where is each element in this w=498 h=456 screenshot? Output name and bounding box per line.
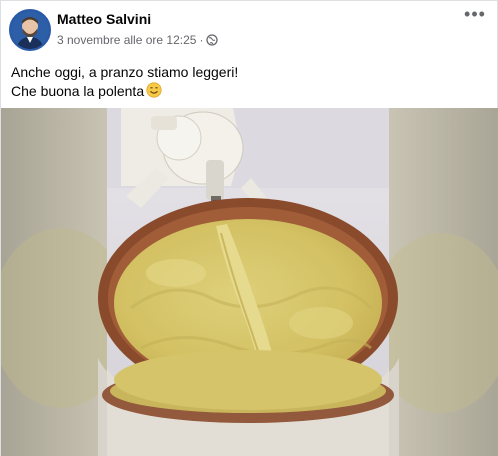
polenta-video-frame [1,108,498,456]
post-timestamp[interactable]: 3 novembre alle ore 12:25 [57,33,196,47]
post-video[interactable] [1,108,498,456]
author-name[interactable]: Matteo Salvini [57,11,151,27]
post-header: Matteo Salvini 3 novembre alle ore 12:25… [1,1,498,53]
author-avatar[interactable] [9,9,51,51]
meta-separator: · [199,33,204,47]
avatar-photo [11,11,49,49]
post-text-line-2-text: Che buona la polenta [11,83,145,99]
post-text: Anche oggi, a pranzo stiamo leggeri! Che… [11,63,238,103]
post-text-line-2: Che buona la polenta [11,82,238,103]
facebook-post: Matteo Salvini 3 novembre alle ore 12:25… [0,0,498,456]
more-options-icon[interactable]: ••• [463,5,487,27]
post-text-line-1: Anche oggi, a pranzo stiamo leggeri! [11,64,239,80]
smiling-face-icon [146,82,162,103]
post-meta: 3 novembre alle ore 12:25 · [57,33,219,49]
globe-icon[interactable] [206,34,219,49]
